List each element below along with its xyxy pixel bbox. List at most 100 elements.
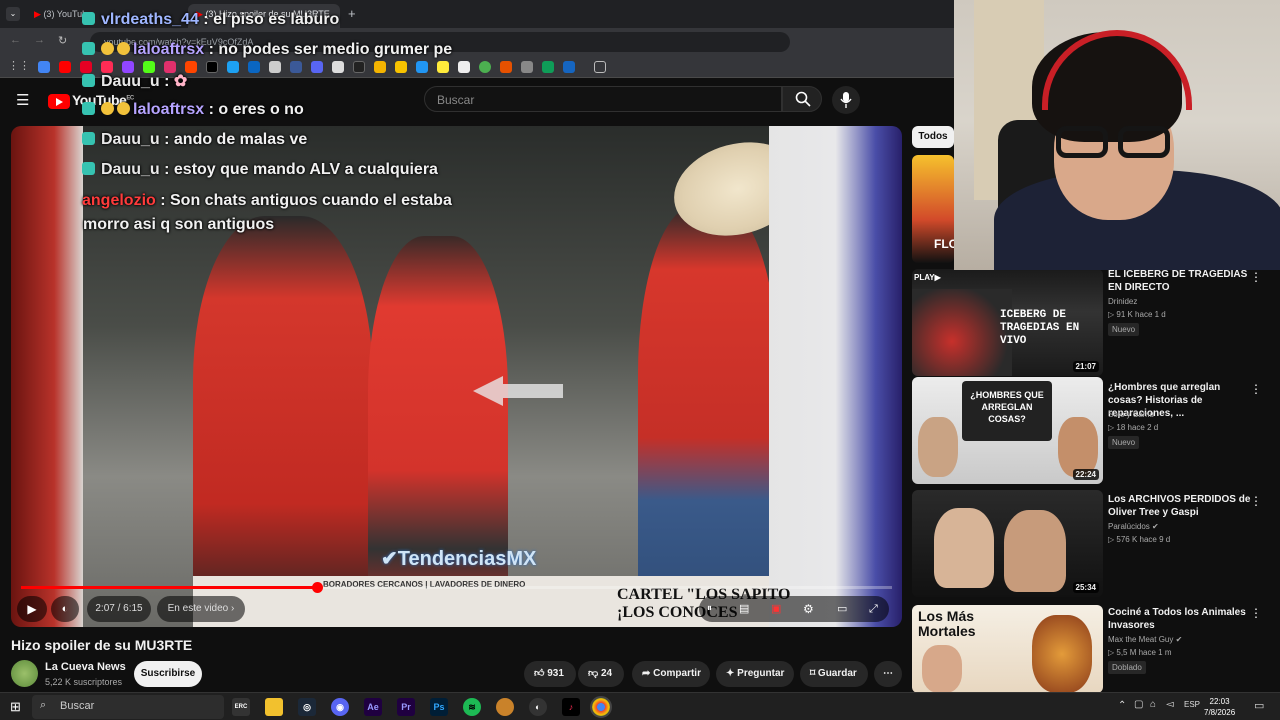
bookmark-notion-icon[interactable]: [332, 61, 344, 73]
search-icon: ⌕: [40, 699, 47, 711]
file-explorer-icon[interactable]: [265, 698, 283, 716]
bookmark-x-icon[interactable]: [206, 61, 218, 73]
reload-icon[interactable]: ↻: [58, 34, 67, 47]
subtitles-icon[interactable]: ▤: [739, 596, 749, 622]
voice-search-button[interactable]: [832, 86, 860, 114]
like-button[interactable]: 👍︎ 931: [524, 661, 576, 687]
tray-chevron-icon[interactable]: ⌃: [1118, 700, 1126, 711]
network-icon[interactable]: ⌂: [1150, 699, 1156, 710]
search-input[interactable]: Buscar: [424, 86, 782, 112]
chat-user: angelozio: [82, 192, 156, 209]
channel-name[interactable]: La Cueva News: [45, 661, 126, 673]
theater-icon[interactable]: ▭: [837, 596, 847, 622]
bookmark-site3-icon[interactable]: [374, 61, 386, 73]
bookmark-site7-icon[interactable]: [458, 61, 470, 73]
back-icon[interactable]: ←: [10, 34, 21, 46]
sidebar-thumbnail[interactable]: Los Más Mortales: [912, 605, 1103, 693]
obs-icon[interactable]: ◐: [529, 698, 547, 716]
tiktok-icon[interactable]: ♪: [562, 698, 580, 716]
more-actions-button[interactable]: ⋯: [874, 661, 902, 687]
filter-chip-all[interactable]: Todos: [912, 126, 954, 148]
bookmark-site6-icon[interactable]: [437, 61, 449, 73]
fullscreen-icon[interactable]: ⤢: [869, 596, 878, 622]
subscribe-button[interactable]: Suscribirse: [134, 661, 202, 687]
notifications-icon[interactable]: ▭: [1254, 699, 1264, 712]
miniplayer-icon[interactable]: ▣: [771, 596, 781, 622]
bookmark-site11-icon[interactable]: [563, 61, 575, 73]
discord-icon[interactable]: ◉: [331, 698, 349, 716]
sidebar-video-title[interactable]: EL ICEBERG DE TRAGEDIAS EN DIRECTO: [1108, 268, 1254, 294]
settings-icon[interactable]: ⚙: [803, 596, 814, 622]
volume-button[interactable]: ◐: [51, 596, 79, 622]
sidebar-channel[interactable]: Max the Meat Guy ✔: [1108, 635, 1182, 644]
dislike-button[interactable]: 👎︎ 24: [578, 661, 624, 687]
save-button[interactable]: ⌑ Guardar: [800, 661, 868, 687]
chat-message: morro asi q son antiguos: [83, 216, 274, 234]
thumb-animal: [1032, 615, 1092, 693]
bookmark-stack-icon[interactable]: [269, 61, 281, 73]
share-button[interactable]: ➦ Compartir: [632, 661, 710, 687]
bookmark-site-icon[interactable]: [290, 61, 302, 73]
sidebar-thumbnail[interactable]: ¿HOMBRES QUE ARREGLAN COSAS? 22:24: [912, 377, 1103, 484]
sidebar-video-title[interactable]: Los ARCHIVOS PERDIDOS de Oliver Tree y G…: [1108, 493, 1254, 519]
photoshop-icon[interactable]: Ps: [430, 698, 448, 716]
bookmark-site4-icon[interactable]: [395, 61, 407, 73]
taskbar-search[interactable]: ⌕ Buscar: [32, 695, 224, 719]
kebab-menu-icon[interactable]: ⋮: [1250, 270, 1262, 284]
sidebar-thumbnail[interactable]: 25:34: [912, 490, 1103, 597]
steam-icon[interactable]: ◎: [298, 698, 316, 716]
in-video-button[interactable]: En este video ›: [157, 596, 245, 622]
sidebar-channel[interactable]: Soto y Samu: [1108, 410, 1154, 419]
sidebar-channel[interactable]: Paralúcidos ✔: [1108, 522, 1159, 531]
volume-icon: ◐: [61, 603, 69, 615]
apps-icon[interactable]: ⋮⋮: [8, 59, 30, 72]
in-video-label: En este video: [167, 603, 229, 614]
chat-user: Dauu_u: [101, 161, 160, 178]
bookmark-youtube-icon[interactable]: [59, 61, 71, 73]
clock[interactable]: 22:03 7/8/2026: [1204, 696, 1235, 718]
bookmark-sheets-icon[interactable]: [542, 61, 554, 73]
channel-avatar[interactable]: [11, 660, 38, 687]
volume-icon[interactable]: ◅: [1166, 699, 1174, 710]
progress-bar[interactable]: [21, 582, 892, 593]
bookmark-site2-icon[interactable]: [353, 61, 365, 73]
bookmark-site10-icon[interactable]: [521, 61, 533, 73]
spotify-icon[interactable]: ≋: [463, 698, 481, 716]
bookmark-google-icon[interactable]: [38, 61, 50, 73]
forward-icon[interactable]: →: [34, 34, 45, 46]
menu-icon[interactable]: ☰: [16, 91, 29, 109]
bookmark-bluesky-icon[interactable]: [227, 61, 239, 73]
new-tab-icon[interactable]: +: [348, 6, 356, 21]
bookmark-site5-icon[interactable]: [416, 61, 428, 73]
windows-start-icon[interactable]: ⊞: [10, 699, 21, 715]
person-left: [193, 216, 373, 627]
play-button[interactable]: ▶: [17, 596, 47, 622]
chat-message: vlrdeaths_44 : el piso es laburo: [82, 11, 339, 29]
sidebar-thumbnail-partial[interactable]: FLO: [912, 155, 954, 263]
kebab-menu-icon[interactable]: ⋮: [1250, 494, 1262, 508]
search-button[interactable]: [782, 86, 822, 112]
sidebar-channel[interactable]: Drinidez: [1108, 297, 1137, 306]
bookmark-site9-icon[interactable]: [500, 61, 512, 73]
taskbar-app2-icon[interactable]: [496, 698, 514, 716]
taskbar-app-icon[interactable]: ERC: [232, 698, 250, 716]
language-indicator[interactable]: ESP: [1184, 700, 1200, 709]
pause-icon[interactable]: ⏸: [707, 596, 712, 622]
bookmark-folder-icon[interactable]: [594, 61, 606, 73]
badge-icon: [101, 102, 114, 115]
after-effects-icon[interactable]: Ae: [364, 698, 382, 716]
chat-text: el piso es laburo: [213, 11, 340, 28]
kebab-menu-icon[interactable]: ⋮: [1250, 606, 1262, 620]
bookmark-discord-icon[interactable]: [311, 61, 323, 73]
chrome-icon[interactable]: [590, 696, 612, 718]
sidebar-thumbnail[interactable]: PLAY▶ ICEBERG DE TRAGEDIAS EN VIVO 21:07: [912, 269, 1103, 376]
ask-button[interactable]: ✦ Preguntar: [716, 661, 794, 687]
kebab-menu-icon[interactable]: ⋮: [1250, 382, 1262, 396]
sidebar-video-title[interactable]: Cociné a Todos los Animales Invasores: [1108, 606, 1254, 632]
bookmark-site8-icon[interactable]: [479, 61, 491, 73]
premiere-icon[interactable]: Pr: [397, 698, 415, 716]
bookmark-linkedin-icon[interactable]: [248, 61, 260, 73]
tray-app-icon[interactable]: ▢: [1134, 699, 1143, 710]
tab-search-icon[interactable]: ⌄: [6, 7, 20, 21]
player-right-controls: ⏸ ▤ ▣ ⚙ ▭ ⤢: [699, 596, 889, 622]
